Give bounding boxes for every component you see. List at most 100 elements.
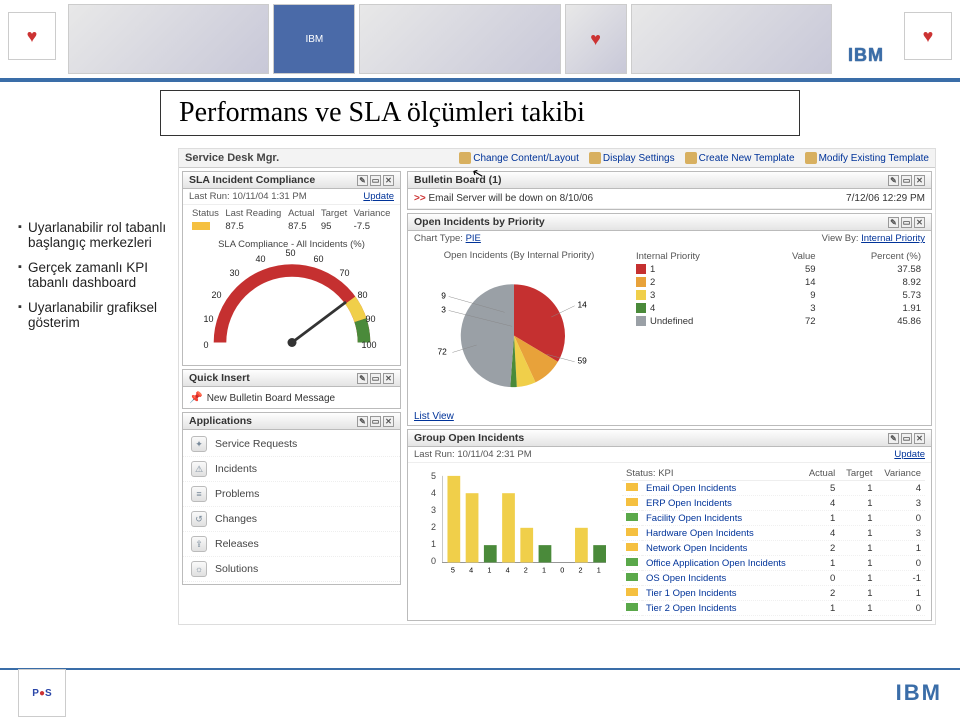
pie-chart: 9 3 72 14 59 <box>414 261 614 401</box>
svg-text:3: 3 <box>441 304 446 314</box>
close-icon[interactable]: ✕ <box>383 416 394 427</box>
app-icon: ⇪ <box>191 536 207 552</box>
panel-title-text: Quick Insert <box>189 372 250 384</box>
header-collage: IBM ♥ <box>64 0 836 78</box>
app-icon: ↺ <box>191 511 207 527</box>
edit-template-icon <box>805 152 817 164</box>
edit-icon[interactable]: ✎ <box>888 175 899 186</box>
app-icon: ✦ <box>191 436 207 452</box>
pos-logo: ♥ <box>904 12 952 60</box>
svg-text:1: 1 <box>487 565 491 574</box>
table-row: OS Open Incidents01-1 <box>622 571 925 586</box>
update-link[interactable]: Update <box>363 191 394 202</box>
app-item[interactable]: ✦Service Requests <box>183 432 400 457</box>
table-row: ERP Open Incidents413 <box>622 496 925 511</box>
pos-logo: ♥ <box>8 12 56 60</box>
minimize-icon[interactable]: ▭ <box>901 217 912 228</box>
priority-table: Internal PriorityValuePercent (%) 15937.… <box>632 250 925 328</box>
bulletin-panel: Bulletin Board (1) ✎▭✕ >> Email Server w… <box>407 171 932 210</box>
kpi-table: Status: KPIActualTargetVariance Email Op… <box>622 467 925 616</box>
minimize-icon[interactable]: ▭ <box>370 416 381 427</box>
dashboard-header: Service Desk Mgr. Change Content/Layout … <box>179 149 935 168</box>
toolbar-link[interactable]: Create New Template <box>685 152 795 164</box>
app-item[interactable]: ⇪Releases <box>183 532 400 557</box>
slide-title: Performans ve SLA ölçümleri takibi <box>160 90 800 136</box>
collage-item <box>631 4 832 74</box>
panel-title-text: Applications <box>189 415 252 427</box>
pos-logo: P●S <box>18 669 66 717</box>
minimize-icon[interactable]: ▭ <box>370 373 381 384</box>
table-row: 395.73 <box>632 289 925 302</box>
panel-title-text: Open Incidents by Priority <box>414 216 545 228</box>
dashboard-screenshot: Service Desk Mgr. Change Content/Layout … <box>178 148 936 625</box>
table-row: Undefined7245.86 <box>632 315 925 328</box>
view-by-link[interactable]: Internal Priority <box>861 233 925 244</box>
swatch-icon <box>636 303 646 313</box>
status-icon <box>626 543 638 551</box>
slide-header: ♥ IBM ♥ IBM ♥ <box>0 0 960 78</box>
svg-text:72: 72 <box>437 346 447 356</box>
minimize-icon[interactable]: ▭ <box>370 175 381 186</box>
app-item[interactable]: ↺Changes <box>183 507 400 532</box>
status-icon <box>626 588 638 596</box>
bullet-item: Uyarlanabilir grafiksel gösterim <box>18 300 168 330</box>
sla-readings-table: StatusLast ReadingActualTargetVariance 8… <box>189 207 394 233</box>
table-row: Office Application Open Incidents110 <box>622 556 925 571</box>
app-icon: ☼ <box>191 561 207 577</box>
close-icon[interactable]: ✕ <box>914 175 925 186</box>
table-row: 431.91 <box>632 302 925 315</box>
quick-insert-item[interactable]: New Bulletin Board Message <box>207 393 335 404</box>
collage-item <box>359 4 560 74</box>
close-icon[interactable]: ✕ <box>914 217 925 228</box>
close-icon[interactable]: ✕ <box>914 433 925 444</box>
table-row: Network Open Incidents211 <box>622 541 925 556</box>
arrow-icon: >> <box>414 193 426 204</box>
toolbar-link[interactable]: Change Content/Layout <box>459 152 579 164</box>
app-item[interactable]: ≡Problems <box>183 482 400 507</box>
minimize-icon[interactable]: ▭ <box>901 175 912 186</box>
status-bar-icon <box>192 222 210 230</box>
status-icon <box>626 528 638 536</box>
svg-text:2: 2 <box>578 565 582 574</box>
svg-text:14: 14 <box>577 300 587 310</box>
edit-icon[interactable]: ✎ <box>357 416 368 427</box>
app-icon: ≡ <box>191 486 207 502</box>
panel-title-text: Group Open Incidents <box>414 432 524 444</box>
edit-icon[interactable]: ✎ <box>357 175 368 186</box>
pie-chart-title: Open Incidents (By Internal Priority) <box>414 250 624 261</box>
panel-title-text: SLA Incident Compliance <box>189 174 315 186</box>
status-icon <box>626 513 638 521</box>
edit-icon[interactable]: ✎ <box>888 217 899 228</box>
pie-panel: Open Incidents by Priority ✎▭✕ Chart Typ… <box>407 213 932 426</box>
bulletin-time: 7/12/06 12:29 PM <box>846 193 925 204</box>
close-icon[interactable]: ✕ <box>383 175 394 186</box>
update-link[interactable]: Update <box>894 449 925 460</box>
swatch-icon <box>636 316 646 326</box>
bulletin-msg: Email Server will be down on 8/10/06 <box>428 193 593 204</box>
table-row: Facility Open Incidents110 <box>622 511 925 526</box>
table-row: Tier 1 Open Incidents211 <box>622 586 925 601</box>
status-icon <box>626 558 638 566</box>
list-view-link[interactable]: List View <box>408 408 931 425</box>
sla-gauge: 0 10 20 30 40 50 60 70 80 90 100 <box>202 252 382 352</box>
table-row: 2148.92 <box>632 276 925 289</box>
bullet-item: Uyarlanabilir rol tabanlı başlangıç merk… <box>18 220 168 250</box>
table-row: Tier 2 Open Incidents110 <box>622 601 925 616</box>
close-icon[interactable]: ✕ <box>383 373 394 384</box>
edit-icon[interactable]: ✎ <box>888 433 899 444</box>
toolbar-link[interactable]: Display Settings <box>589 152 675 164</box>
chart-type-link[interactable]: PIE <box>466 233 481 244</box>
app-icon: ⚠ <box>191 461 207 477</box>
app-item[interactable]: ⚠Incidents <box>183 457 400 482</box>
app-item[interactable]: ☼Solutions <box>183 557 400 582</box>
svg-text:9: 9 <box>441 290 446 300</box>
svg-text:5: 5 <box>451 565 455 574</box>
group-bar-chart: 543210 <box>414 467 614 586</box>
status-icon <box>626 603 638 611</box>
edit-icon[interactable]: ✎ <box>357 373 368 384</box>
table-row: 15937.58 <box>632 263 925 276</box>
svg-text:1: 1 <box>542 565 546 574</box>
applications-panel: Applications ✎▭✕ ✦Service Requests ⚠Inci… <box>182 412 401 585</box>
toolbar-link[interactable]: Modify Existing Template <box>805 152 929 164</box>
minimize-icon[interactable]: ▭ <box>901 433 912 444</box>
